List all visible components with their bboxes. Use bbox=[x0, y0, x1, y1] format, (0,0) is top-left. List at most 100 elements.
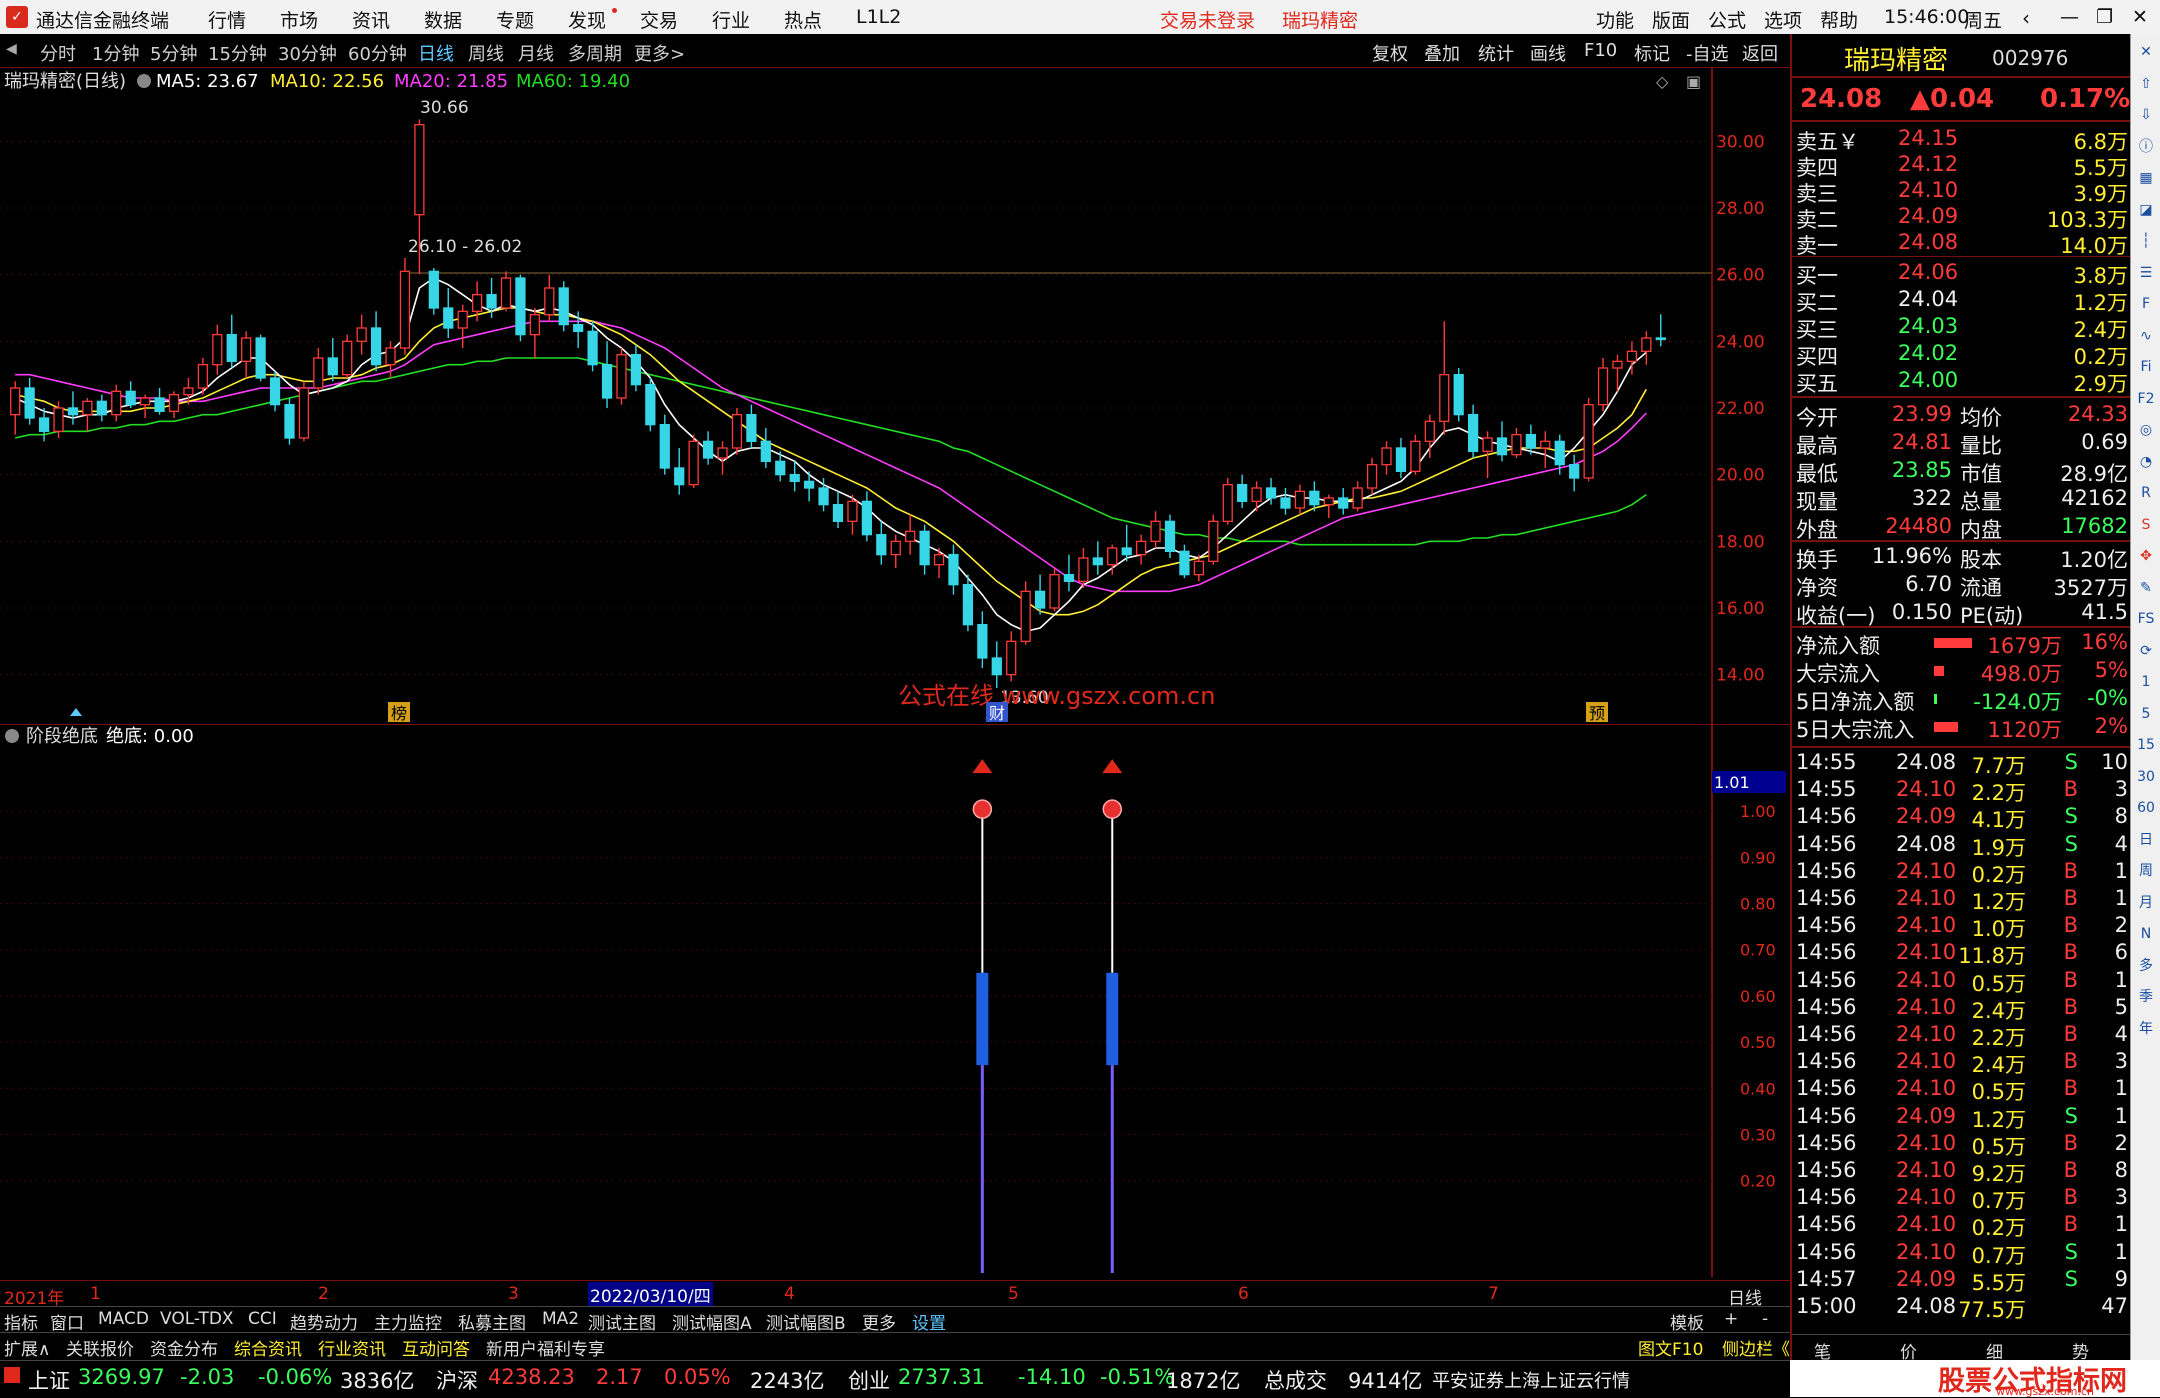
ask-row[interactable]: 卖五￥ 24.15 6.8万 bbox=[1792, 126, 2132, 154]
bid-row[interactable]: 买四 24.02 0.2万 bbox=[1792, 341, 2132, 369]
itab-settings[interactable]: 设置 bbox=[912, 1309, 946, 1334]
side-period-31[interactable]: 年 bbox=[2134, 1017, 2158, 1041]
tab-1min[interactable]: 1分钟 bbox=[92, 40, 139, 66]
tab-fenshi[interactable]: 分时 bbox=[40, 40, 76, 66]
s-icon[interactable]: S bbox=[2134, 513, 2158, 537]
tab-60min[interactable]: 60分钟 bbox=[348, 40, 407, 66]
tab-5min[interactable]: 5分钟 bbox=[150, 40, 197, 66]
menu-zixun[interactable]: 资讯 bbox=[352, 6, 390, 33]
add-pane-button[interactable]: + bbox=[1724, 1309, 1738, 1329]
side-period-21[interactable]: 5 bbox=[2134, 702, 2158, 726]
f2-icon[interactable]: F2 bbox=[2134, 387, 2158, 411]
indicator-chart[interactable]: 1.00 0.90 0.80 0.70 0.60 0.50 0.40 0.30 0.20 阶段绝… bbox=[0, 724, 1790, 1277]
menu-redian[interactable]: 热点 bbox=[784, 6, 822, 33]
itab-ceshi-a[interactable]: 测试幅图A bbox=[672, 1309, 752, 1334]
ask-row[interactable]: 卖一 24.08 14.0万 bbox=[1792, 230, 2132, 258]
itab-ma2[interactable]: MA2 bbox=[542, 1309, 579, 1329]
restore-icon[interactable]: ❐ bbox=[2096, 6, 2113, 28]
itab-zhibiao[interactable]: 指标 bbox=[4, 1309, 38, 1334]
menu-xuanxiang[interactable]: 选项 bbox=[1764, 6, 1802, 33]
side-period-24[interactable]: 60 bbox=[2134, 796, 2158, 820]
down-icon[interactable]: ⇩ bbox=[2134, 103, 2158, 127]
up-icon[interactable]: ⇧ bbox=[2134, 72, 2158, 96]
menu-hangqing[interactable]: 行情 bbox=[208, 6, 246, 33]
index-sh-name[interactable]: 上证 bbox=[28, 1365, 70, 1395]
candlestick-chart[interactable]: 30.00 28.00 26.00 24.00 22.00 20.00 18.00 16.00… bbox=[0, 68, 1790, 724]
tool-fuquan[interactable]: 复权 bbox=[1372, 40, 1408, 66]
side-period-28[interactable]: N bbox=[2134, 922, 2158, 946]
back-arrow-icon[interactable]: ‹ bbox=[2022, 6, 2030, 30]
refresh-icon[interactable]: ⟳ bbox=[2134, 639, 2158, 663]
diamond-icon[interactable]: ◇ bbox=[1656, 72, 1669, 91]
tab-30min[interactable]: 30分钟 bbox=[278, 40, 337, 66]
close-icon[interactable]: ✕ bbox=[2134, 40, 2158, 64]
move-icon[interactable]: ✥ bbox=[2134, 544, 2158, 568]
minimize-icon[interactable]: — bbox=[2060, 6, 2079, 28]
ask-row[interactable]: 卖二 24.09 103.3万 bbox=[1792, 204, 2132, 232]
menu-bangzhu[interactable]: 帮助 bbox=[1820, 6, 1858, 33]
bid-row[interactable]: 买五 24.00 2.9万 bbox=[1792, 368, 2132, 396]
menu-hangye[interactable]: 行业 bbox=[712, 6, 750, 33]
tab-more[interactable]: 更多> bbox=[634, 40, 685, 66]
tab-daily[interactable]: 日线 bbox=[418, 40, 454, 66]
side-period-27[interactable]: 月 bbox=[2134, 891, 2158, 915]
ext-expand[interactable]: 扩展∧ bbox=[4, 1335, 50, 1360]
template-button[interactable]: 模板 bbox=[1670, 1309, 1704, 1334]
tool-zixuan[interactable]: -自选 bbox=[1686, 40, 1729, 66]
itab-ceshi-b[interactable]: 测试幅图B bbox=[766, 1309, 846, 1334]
collapse-icon[interactable]: ◀ bbox=[6, 41, 17, 57]
fi-icon[interactable]: Fi bbox=[2134, 355, 2158, 379]
menu-l1l2[interactable]: L1L2 bbox=[856, 6, 901, 28]
itab-simu[interactable]: 私募主图 bbox=[458, 1309, 526, 1334]
pen-icon[interactable]: ✎ bbox=[2134, 576, 2158, 600]
ext-guanlian[interactable]: 关联报价 bbox=[66, 1335, 134, 1360]
tab-monthly[interactable]: 月线 bbox=[518, 40, 554, 66]
chart-icon[interactable]: ◪ bbox=[2134, 198, 2158, 222]
login-status[interactable]: 交易未登录 bbox=[1160, 6, 1255, 33]
menu-banmian[interactable]: 版面 bbox=[1652, 6, 1690, 33]
tool-tongji[interactable]: 统计 bbox=[1478, 40, 1514, 66]
side-period-20[interactable]: 1 bbox=[2134, 670, 2158, 694]
remove-pane-button[interactable]: - bbox=[1762, 1309, 1768, 1329]
side-period-23[interactable]: 30 bbox=[2134, 765, 2158, 789]
side-period-30[interactable]: 季 bbox=[2134, 985, 2158, 1009]
ext-fuli[interactable]: 新用户福利专享 bbox=[486, 1335, 605, 1360]
ext-zijin[interactable]: 资金分布 bbox=[150, 1335, 218, 1360]
itab-more[interactable]: 更多 bbox=[862, 1309, 896, 1334]
itab-chuangkou[interactable]: 窗口 bbox=[50, 1309, 84, 1334]
ext-sidebar[interactable]: 侧边栏《 bbox=[1722, 1335, 1790, 1360]
tab-15min[interactable]: 15分钟 bbox=[208, 40, 267, 66]
ask-row[interactable]: 卖三 24.10 3.9万 bbox=[1792, 178, 2132, 206]
menu-shuju[interactable]: 数据 bbox=[424, 6, 462, 33]
itab-zhuli[interactable]: 主力监控 bbox=[374, 1309, 442, 1334]
itab-cci[interactable]: CCI bbox=[248, 1309, 277, 1329]
info-icon[interactable]: ⓘ bbox=[2134, 135, 2158, 159]
itab-ceshi-main[interactable]: 测试主图 bbox=[588, 1309, 656, 1334]
bid-row[interactable]: 买二 24.04 1.2万 bbox=[1792, 287, 2132, 315]
panel-icon[interactable]: ▣ bbox=[1686, 72, 1701, 91]
fs-icon[interactable]: FS bbox=[2134, 607, 2158, 631]
rsi-icon[interactable]: R bbox=[2134, 481, 2158, 505]
side-period-25[interactable]: 日 bbox=[2134, 828, 2158, 852]
tab-jia[interactable]: 价 bbox=[1900, 1338, 1917, 1363]
indicator-settings-icon[interactable] bbox=[5, 729, 19, 743]
ask-row[interactable]: 卖四 24.12 5.5万 bbox=[1792, 152, 2132, 180]
tool-diejia[interactable]: 叠加 bbox=[1424, 40, 1460, 66]
itab-vol[interactable]: VOL-TDX bbox=[160, 1309, 234, 1329]
legend-settings-icon[interactable] bbox=[137, 74, 151, 88]
menu-zhuanti[interactable]: 专题 bbox=[496, 6, 534, 33]
itab-qushi[interactable]: 趋势动力 bbox=[290, 1309, 358, 1334]
tool-f10[interactable]: F10 bbox=[1584, 40, 1617, 61]
menu-jiaoyi[interactable]: 交易 bbox=[640, 6, 678, 33]
side-period-29[interactable]: 多 bbox=[2134, 954, 2158, 978]
bid-row[interactable]: 买一 24.06 3.8万 bbox=[1792, 260, 2132, 288]
tool-fanhui[interactable]: 返回 bbox=[1742, 40, 1778, 66]
tab-xi[interactable]: 细 bbox=[1986, 1338, 2003, 1363]
ext-f10[interactable]: 图文F10 bbox=[1638, 1335, 1703, 1360]
tool-biaoji[interactable]: 标记 bbox=[1634, 40, 1670, 66]
menu-gongshi[interactable]: 公式 bbox=[1708, 6, 1746, 33]
tag-cai[interactable]: 财 bbox=[989, 704, 1005, 723]
side-period-26[interactable]: 周 bbox=[2134, 859, 2158, 883]
grid-icon[interactable]: ▦ bbox=[2134, 166, 2158, 190]
index-hs-name[interactable]: 沪深 bbox=[436, 1365, 478, 1395]
